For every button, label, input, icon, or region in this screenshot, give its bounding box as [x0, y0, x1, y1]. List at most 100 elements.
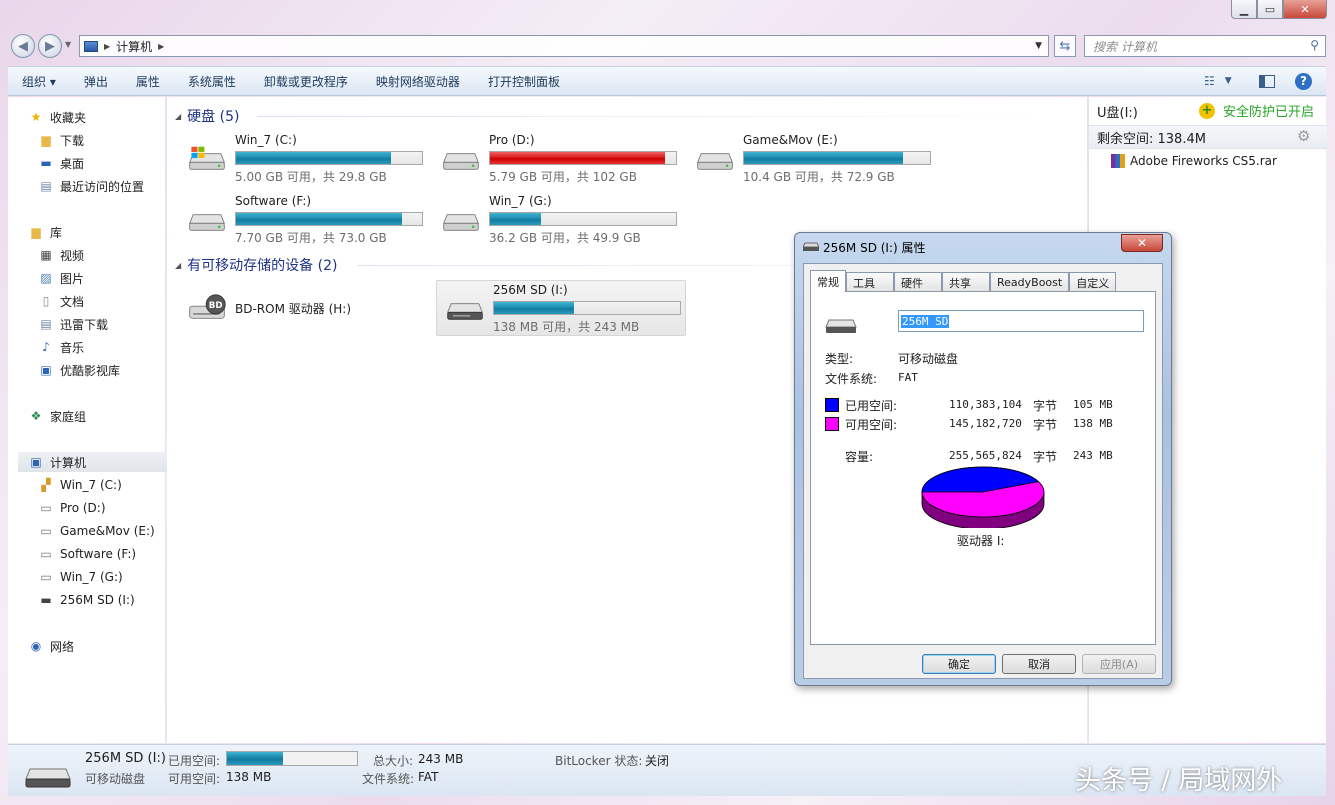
dialog-close-button[interactable]: ✕	[1121, 234, 1163, 252]
group-divider	[257, 116, 1077, 117]
hard-drive-icon	[443, 153, 479, 170]
drive-usage-fill	[490, 213, 542, 225]
tab-sharing[interactable]: 共享	[942, 272, 990, 292]
help-button[interactable]: ?	[1295, 66, 1312, 96]
open-control-panel-button[interactable]: 打开控制面板	[474, 73, 574, 90]
safety-status[interactable]: + 安全防护已开启	[1199, 101, 1314, 120]
apply-button[interactable]: 应用(A)	[1082, 654, 1156, 674]
tab-readyboost[interactable]: ReadyBoost	[990, 272, 1070, 292]
search-placeholder: 搜索 计算机	[1093, 39, 1157, 54]
drive-tile-bd-rom[interactable]: BD BD-ROM 驱动器 (H:)	[179, 280, 429, 336]
view-options-button[interactable]: ☷ ▼	[1204, 66, 1232, 96]
status-used-label: 已用空间:	[168, 754, 221, 768]
star-icon: ★	[30, 110, 42, 124]
minimize-button[interactable]: ▁	[1231, 0, 1257, 19]
eject-button[interactable]: 弹出	[70, 73, 122, 90]
drive-free-space: 7.70 GB 可用，共 73.0 GB	[235, 231, 387, 245]
tab-general[interactable]: 常规	[810, 270, 846, 292]
free-space-bytes: 145,182,720	[949, 417, 1022, 430]
group-header-hard-drives[interactable]: ◢ 硬盘 (5)	[175, 106, 239, 126]
view-icon: ☷	[1204, 74, 1215, 88]
map-network-drive-button[interactable]: 映射网络驱动器	[362, 73, 474, 90]
drive-tile[interactable]: Pro (D:) 5.79 GB 可用，共 102 GB	[433, 131, 683, 187]
organize-menu[interactable]: 组织 ▾	[8, 73, 70, 90]
uninstall-program-button[interactable]: 卸载或更改程序	[250, 73, 362, 90]
pane-file-item[interactable]: Adobe Fireworks CS5.rar	[1111, 154, 1277, 168]
bytes-unit: 字节	[1033, 418, 1058, 432]
breadcrumb-computer[interactable]: 计算机	[116, 38, 152, 55]
settings-gear-icon[interactable]: ⚙	[1297, 127, 1310, 145]
type-label: 类型:	[825, 352, 854, 366]
close-button[interactable]: ✕	[1283, 0, 1327, 19]
nav-desktop[interactable]: ▬ 桌面	[38, 153, 84, 173]
address-dropdown-icon[interactable]: ▼	[1035, 41, 1042, 51]
group-header-removable[interactable]: ◢ 有可移动存储的设备 (2)	[175, 255, 337, 275]
maximize-button[interactable]: ▭	[1257, 0, 1283, 19]
drive-usage-fill	[236, 213, 403, 225]
back-button[interactable]: ◀	[11, 34, 35, 58]
tab-customize[interactable]: 自定义	[1069, 272, 1117, 292]
nav-music[interactable]: ♪ 音乐	[38, 337, 84, 357]
search-input[interactable]: 搜索 计算机 ⚲	[1084, 35, 1326, 57]
ok-button[interactable]: 确定	[922, 654, 996, 674]
nav-favorites[interactable]: ★ 收藏夹	[28, 107, 86, 127]
used-space-bytes: 110,383,104	[949, 398, 1022, 411]
tab-tools[interactable]: 工具	[846, 272, 894, 292]
removable-drive-icon: ▬	[40, 593, 52, 607]
xunlei-icon: ▤	[40, 317, 52, 331]
nav-drive-c[interactable]: ▞ Win_7 (C:)	[38, 475, 121, 495]
recent-places-icon: ▤	[40, 179, 52, 193]
music-icon: ♪	[42, 340, 50, 354]
nav-drive-e[interactable]: ▭ Game&Mov (E:)	[38, 521, 154, 541]
nav-drive-i[interactable]: ▬ 256M SD (I:)	[38, 590, 134, 610]
search-icon[interactable]: ⚲	[1310, 38, 1319, 52]
address-bar[interactable]: ▶ 计算机 ▶ ▼	[79, 35, 1049, 57]
nav-xunlei-downloads[interactable]: ▤ 迅雷下载	[38, 314, 108, 334]
cancel-button[interactable]: 取消	[1002, 654, 1076, 674]
drive-tile[interactable]: Win_7 (C:) 5.00 GB 可用，共 29.8 GB	[179, 131, 429, 187]
nav-network[interactable]: ◉ 网络	[28, 636, 74, 656]
nav-youku-library[interactable]: ▣ 优酷影视库	[38, 360, 120, 380]
preview-pane-button[interactable]	[1259, 66, 1275, 96]
type-value: 可移动磁盘	[898, 352, 959, 366]
forward-arrow-icon: ▶	[45, 38, 55, 54]
document-icon: ▯	[42, 294, 50, 308]
status-total-value: 243 MB	[418, 752, 464, 766]
nav-videos[interactable]: ▦ 视频	[38, 245, 84, 265]
nav-drive-d[interactable]: ▭ Pro (D:)	[38, 498, 105, 518]
nav-pictures[interactable]: ▨ 图片	[38, 268, 84, 288]
refresh-button[interactable]: ⇆	[1054, 35, 1076, 57]
nav-drive-f[interactable]: ▭ Software (F:)	[38, 544, 136, 564]
used-space-label: 已用空间:	[845, 399, 898, 413]
fs-value: FAT	[898, 371, 918, 384]
network-icon: ◉	[30, 639, 42, 653]
properties-button[interactable]: 属性	[122, 73, 174, 90]
capacity-label: 容量:	[845, 450, 874, 464]
nav-homegroup[interactable]: ❖ 家庭组	[28, 406, 86, 426]
drive-label-input[interactable]: 256M SD	[898, 310, 1144, 332]
nav-drive-g[interactable]: ▭ Win_7 (G:)	[38, 567, 122, 587]
system-properties-button[interactable]: 系统属性	[174, 73, 250, 90]
drive-tile[interactable]: Software (F:) 7.70 GB 可用，共 73.0 GB	[179, 192, 429, 248]
nav-libraries[interactable]: ▆ 库	[28, 222, 62, 242]
drive-tile[interactable]: Win_7 (G:) 36.2 GB 可用，共 49.9 GB	[433, 192, 683, 248]
refresh-icon: ⇆	[1059, 38, 1071, 54]
tab-hardware[interactable]: 硬件	[894, 272, 942, 292]
breadcrumb-separator-icon: ▶	[104, 41, 111, 51]
nav-computer[interactable]: ▣ 计算机	[18, 452, 172, 472]
capacity-bytes: 255,565,824	[949, 449, 1022, 462]
drive-usage-bar	[743, 151, 931, 165]
drive-tile-sd[interactable]: 256M SD (I:) 138 MB 可用，共 243 MB	[436, 280, 686, 336]
drive-name: BD-ROM 驱动器 (H:)	[235, 302, 351, 316]
drive-usage-bar	[235, 212, 423, 226]
nav-recent-places[interactable]: ▤ 最近访问的位置	[38, 176, 144, 196]
nav-documents[interactable]: ▯ 文档	[38, 291, 84, 311]
status-drive-name: 256M SD (I:)	[85, 751, 166, 766]
drive-tile[interactable]: Game&Mov (E:) 10.4 GB 可用，共 72.9 GB	[687, 131, 937, 187]
used-space-mb: 105 MB	[1073, 398, 1113, 411]
forward-button[interactable]: ▶	[38, 34, 62, 58]
recent-pages-dropdown[interactable]: ▼	[65, 40, 71, 49]
drive-free-space: 5.00 GB 可用，共 29.8 GB	[235, 170, 387, 184]
nav-downloads[interactable]: ▆ 下载	[38, 130, 84, 150]
drive-name: 256M SD (I:)	[493, 283, 568, 297]
